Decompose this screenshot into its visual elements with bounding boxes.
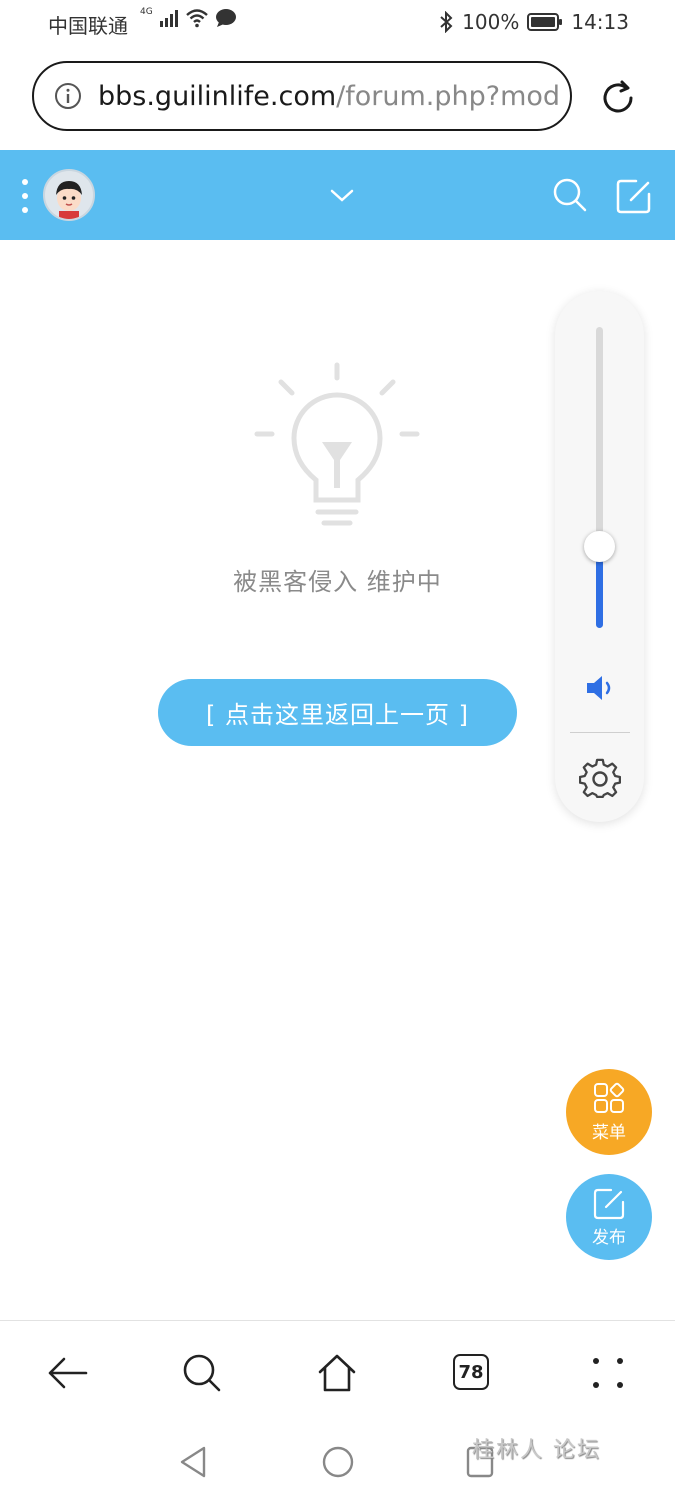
status-icons-left: 4G [140, 7, 237, 28]
watermark: 桂林人 论坛 [472, 1438, 601, 1463]
battery-icon [527, 13, 563, 31]
bluetooth-icon [440, 11, 453, 33]
tabs-count-button[interactable]: 78 [453, 1354, 489, 1390]
go-back-button[interactable]: [ 点击这里返回上一页 ] [158, 679, 517, 746]
lightbulb-icon [254, 362, 420, 526]
status-icons-right: 100% 14:13 [438, 10, 629, 34]
back-arrow-icon[interactable] [46, 1352, 88, 1394]
avatar[interactable] [43, 169, 95, 221]
speaker-icon[interactable] [584, 672, 618, 704]
more-grid-icon[interactable] [587, 1352, 629, 1394]
clock: 14:13 [571, 10, 629, 34]
volume-divider [570, 732, 630, 733]
settings-gear-icon[interactable] [579, 758, 621, 800]
system-home-icon[interactable] [320, 1444, 356, 1480]
apps-icon [594, 1082, 625, 1113]
url-path: /forum.php?mod [336, 80, 558, 112]
avatar-face-icon [56, 181, 82, 219]
compose-icon [593, 1188, 625, 1219]
url-host: bbs.guilinlife.com [98, 80, 337, 112]
more-vertical-icon[interactable] [20, 178, 30, 214]
info-icon[interactable] [54, 82, 82, 110]
reload-icon[interactable] [598, 78, 638, 118]
system-back-icon[interactable] [176, 1444, 212, 1480]
chevron-down-icon[interactable] [329, 185, 355, 205]
bottom-nav-divider [0, 1320, 675, 1321]
signal-icon [159, 10, 178, 27]
home-icon[interactable] [316, 1352, 358, 1394]
post-fab-label: 发布 [592, 1227, 626, 1248]
address-bar[interactable]: bbs.guilinlife.com/forum.php?mod [32, 61, 572, 131]
menu-fab-button[interactable]: 菜单 [566, 1069, 652, 1155]
wifi-icon [185, 9, 208, 28]
search-icon[interactable] [551, 176, 589, 214]
search-icon[interactable] [181, 1352, 223, 1394]
carrier-name: 中国联通 [48, 14, 128, 38]
menu-fab-label: 菜单 [592, 1122, 626, 1143]
message-icon [215, 9, 236, 27]
compose-icon[interactable] [614, 176, 654, 216]
status-bar: 中国联通 4G 100% 14:13 [0, 0, 675, 46]
network-type-label: 4G [140, 7, 153, 17]
post-fab-button[interactable]: 发布 [566, 1174, 652, 1260]
volume-slider-thumb[interactable] [584, 531, 615, 562]
url-text[interactable]: bbs.guilinlife.com/forum.php?mod [98, 81, 558, 112]
battery-percent: 100% [462, 10, 520, 34]
